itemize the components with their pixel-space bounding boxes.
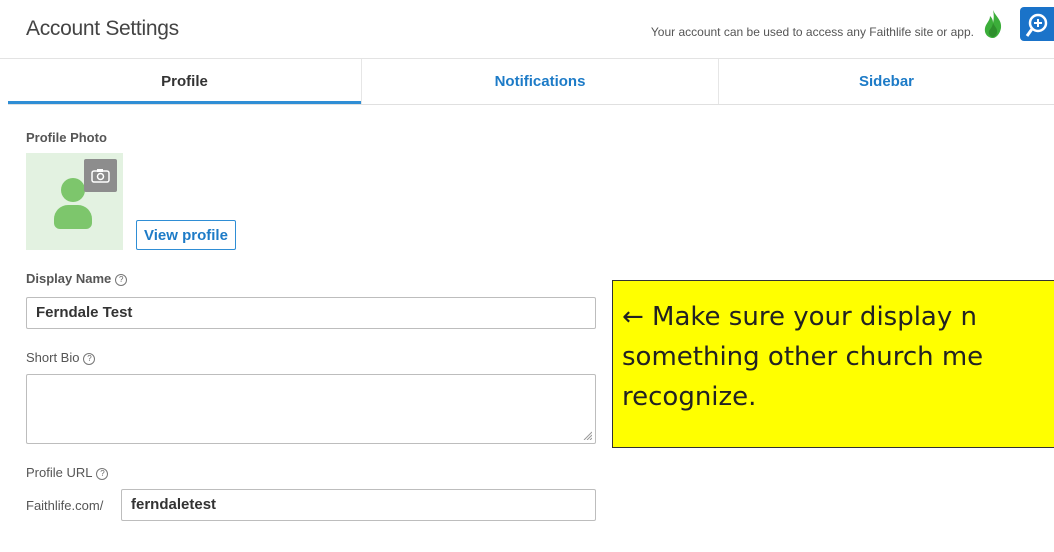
flame-icon[interactable] [982,9,1004,39]
profile-url-prefix: Faithlife.com/ [26,498,104,513]
help-icon[interactable]: ? [96,468,109,480]
account-note: Your account can be used to access any F… [650,25,974,39]
display-name-field[interactable]: Ferndale Test [26,297,596,329]
avatar-icon [61,178,85,202]
profile-photo-label: Profile Photo [26,130,107,145]
short-bio-field[interactable] [26,374,596,444]
settings-tabs: Profile Notifications Sidebar [8,59,1054,105]
display-name-label: Display Name? [26,271,128,286]
profile-url-field[interactable]: ferndaletest [121,489,596,521]
help-icon[interactable]: ? [83,353,96,365]
annotation-callout: ← Make sure your display n something oth… [612,280,1054,448]
header-bar: Account Settings Your account can be use… [0,0,1054,59]
camera-icon[interactable] [84,159,117,192]
short-bio-label-text: Short Bio [26,350,80,365]
tab-sidebar[interactable]: Sidebar [718,59,1054,104]
app-search-icon[interactable] [1020,7,1054,41]
short-bio-label: Short Bio? [26,350,96,365]
profile-photo[interactable] [26,153,123,250]
view-profile-button[interactable]: View profile [136,220,236,250]
page-title: Account Settings [26,17,179,40]
profile-url-label: Profile URL? [26,465,109,480]
tab-profile[interactable]: Profile [8,59,361,104]
help-icon[interactable]: ? [115,274,128,286]
resize-grip-icon[interactable] [582,430,592,440]
avatar-body [54,205,92,229]
profile-url-label-text: Profile URL [26,465,93,480]
display-name-label-text: Display Name [26,271,112,286]
tab-notifications[interactable]: Notifications [361,59,718,104]
